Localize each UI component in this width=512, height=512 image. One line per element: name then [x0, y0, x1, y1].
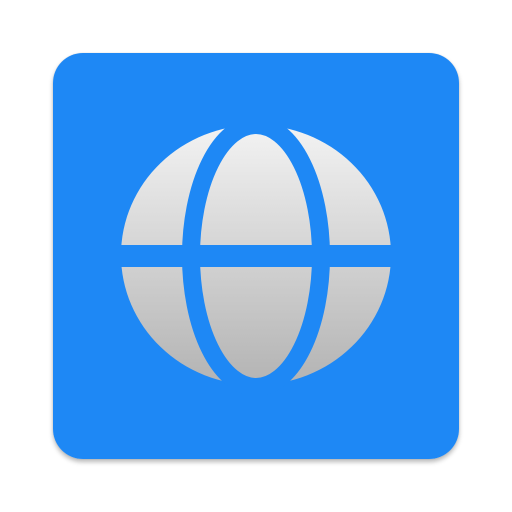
icon-canvas	[0, 0, 512, 512]
globe-icon	[53, 53, 459, 459]
icon-background	[53, 53, 459, 459]
app-icon-tile[interactable]	[53, 53, 459, 459]
